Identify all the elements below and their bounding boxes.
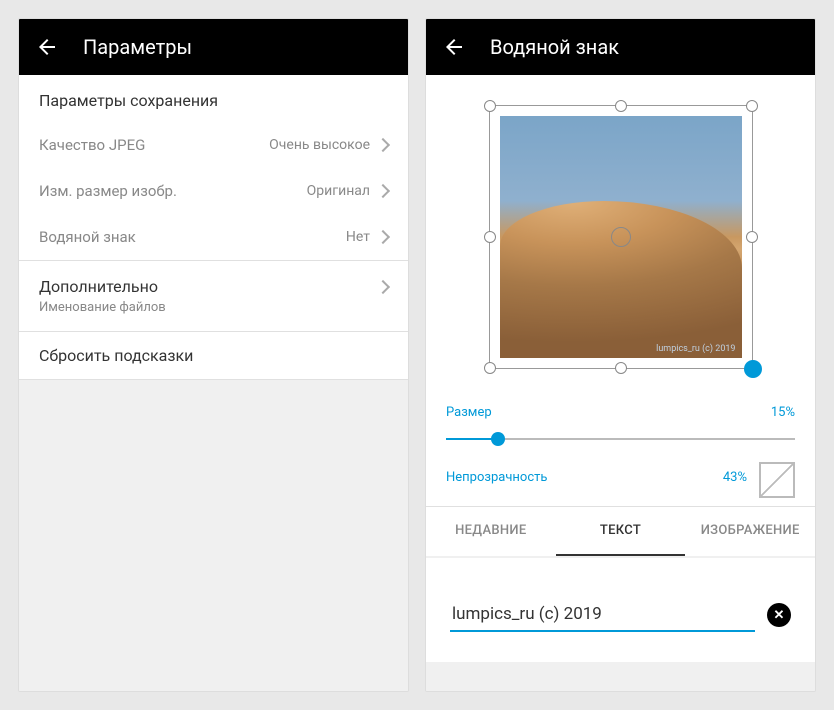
- size-label: Размер: [446, 405, 763, 420]
- chevron-right-icon: [376, 138, 390, 152]
- settings-content: Параметры сохранения Качество JPEG Очень…: [19, 75, 408, 691]
- sliders-panel: Размер 15% Непрозрачность 43%: [426, 389, 815, 506]
- resize-handle-tl[interactable]: [484, 100, 496, 112]
- row-reset-hints[interactable]: Сбросить подсказки: [19, 332, 408, 379]
- watermark-content: lumpics_ru (c) 2019 Размер 15%: [426, 75, 815, 691]
- watermark-tabs: НЕДАВНИЕ ТЕКСТ ИЗОБРАЖЕНИЕ: [426, 506, 815, 556]
- header: Водяной знак: [426, 19, 815, 75]
- watermark-screen: Водяной знак lumpics_ru (c) 2019: [425, 18, 816, 692]
- center-handle-icon[interactable]: [611, 227, 631, 247]
- header: Параметры: [19, 19, 408, 75]
- resize-handle-br[interactable]: [744, 360, 762, 378]
- resize-handle-bc[interactable]: [615, 362, 627, 374]
- opacity-label: Непрозрачность: [446, 470, 715, 485]
- resize-handle-tr[interactable]: [746, 100, 758, 112]
- resize-handle-tc[interactable]: [615, 100, 627, 112]
- settings-screen: Параметры Параметры сохранения Качество …: [18, 18, 409, 692]
- crop-frame[interactable]: lumpics_ru (c) 2019: [489, 105, 753, 369]
- chevron-right-icon: [376, 184, 390, 198]
- row-resize[interactable]: Изм. размер изобр. Оригинал: [19, 168, 408, 214]
- tab-image[interactable]: ИЗОБРАЖЕНИЕ: [685, 507, 815, 556]
- text-input-area: [426, 558, 815, 662]
- tab-text[interactable]: ТЕКСТ: [556, 507, 686, 556]
- tab-recent[interactable]: НЕДАВНИЕ: [426, 507, 556, 556]
- size-value: 15%: [771, 405, 795, 420]
- header-title: Водяной знак: [490, 35, 619, 59]
- preview-area: lumpics_ru (c) 2019: [426, 75, 815, 389]
- resize-handle-ml[interactable]: [484, 231, 496, 243]
- row-more[interactable]: Дополнительно: [19, 261, 408, 300]
- clear-input-icon[interactable]: [767, 603, 791, 627]
- opacity-value: 43%: [723, 470, 747, 485]
- section-save-params: Параметры сохранения: [19, 75, 408, 122]
- row-more-subtitle: Именование файлов: [19, 300, 408, 331]
- row-jpeg-quality[interactable]: Качество JPEG Очень высокое: [19, 122, 408, 168]
- resize-handle-bl[interactable]: [484, 362, 496, 374]
- chevron-right-icon: [376, 230, 390, 244]
- watermark-overlay-text: lumpics_ru (c) 2019: [656, 344, 735, 354]
- chevron-right-icon: [376, 279, 390, 293]
- size-slider[interactable]: [446, 426, 795, 452]
- back-arrow-icon[interactable]: [442, 35, 466, 59]
- header-title: Параметры: [83, 35, 192, 59]
- back-arrow-icon[interactable]: [35, 35, 59, 59]
- resize-handle-mr[interactable]: [746, 231, 758, 243]
- position-grid-icon[interactable]: [759, 462, 795, 498]
- row-watermark[interactable]: Водяной знак Нет: [19, 214, 408, 260]
- watermark-text-input[interactable]: [450, 598, 755, 632]
